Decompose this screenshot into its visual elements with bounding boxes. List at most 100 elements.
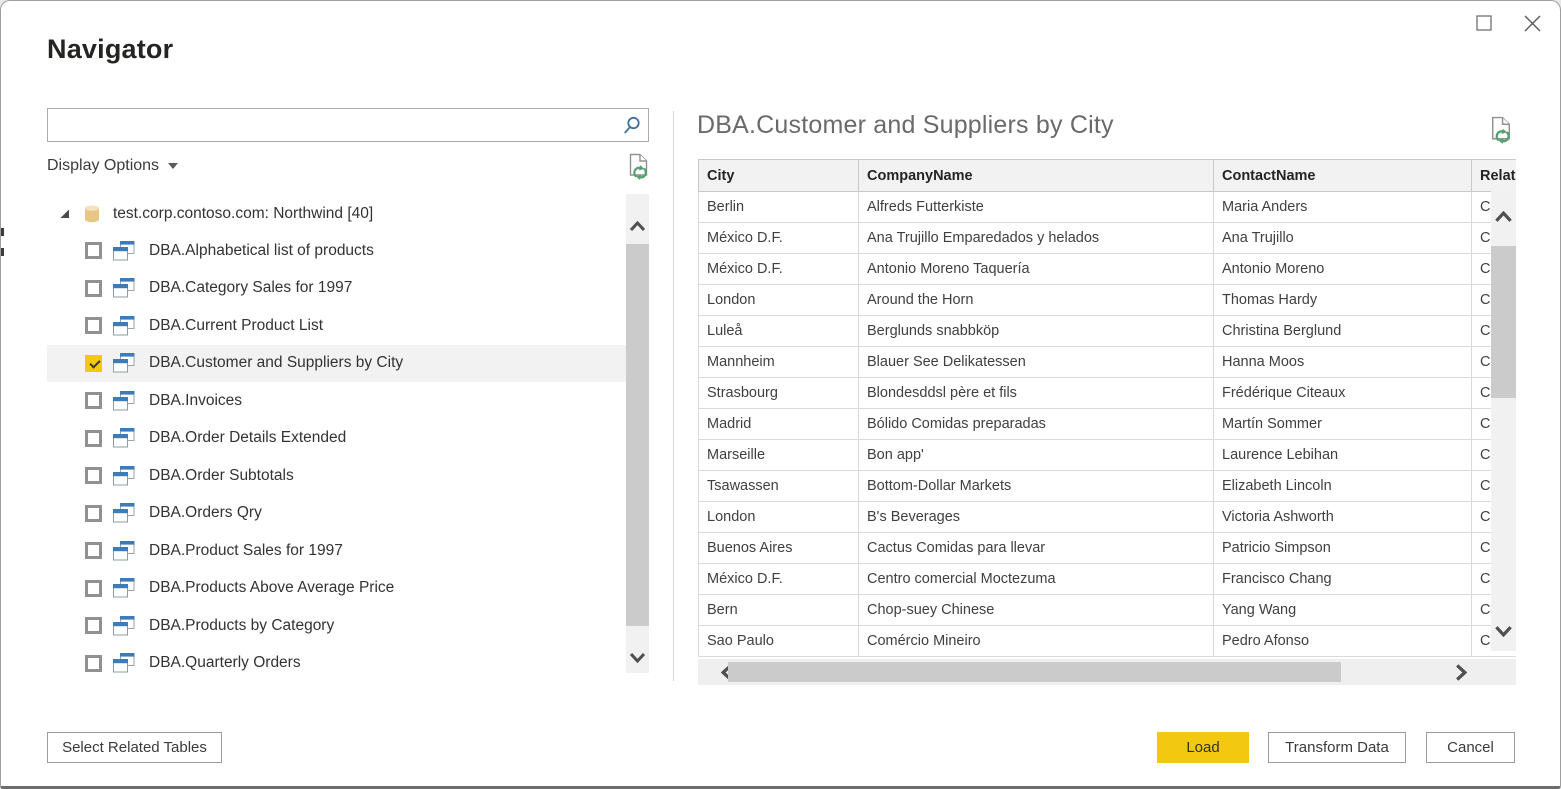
table-cell: México D.F. [698,222,859,254]
table-cell: Christina Berglund [1213,315,1472,347]
table-row: Buenos Aires Cactus Comidas para llevar Pa… [698,532,1516,564]
chevron-down-icon [629,652,646,663]
chevron-up-icon [1495,211,1512,222]
item-checkbox[interactable] [85,242,102,260]
tree-item[interactable]: DBA.Products Above Average Price [47,570,626,608]
table-cell: Francisco Chang [1213,563,1472,595]
table-cell: Strasbourg [698,377,859,409]
window-controls [1474,13,1542,33]
cancel-button[interactable]: Cancel [1426,732,1515,763]
table-cell: Victoria Ashworth [1213,501,1472,533]
table-cell: Comércio Mineiro [858,625,1214,657]
tree-item[interactable]: DBA.Alphabetical list of products [47,232,626,270]
search-button[interactable] [614,109,648,141]
maximize-icon [1476,15,1492,31]
tree-item[interactable]: DBA.Orders Qry [47,495,626,533]
tree-item-label: DBA.Orders Qry [149,504,262,522]
tree-item[interactable]: DBA.Invoices [47,382,626,420]
table-cell: Thomas Hardy [1213,284,1472,316]
table-cell: Antonio Moreno Taquería [858,253,1214,285]
table-cell: Chop-suey Chinese [858,594,1214,626]
background-window-artifact [1,228,4,236]
item-checkbox[interactable] [85,467,102,485]
tree-root[interactable]: test.corp.contoso.com: Northwind [40] [47,200,626,227]
tree-item[interactable]: DBA.Current Product List [47,307,626,345]
table-view-icon [113,465,135,486]
scroll-thumb[interactable] [626,244,649,626]
tree-item[interactable]: DBA.Products by Category [47,607,626,645]
preview-header-row: City CompanyName ContactName Relati [698,159,1516,192]
scroll-up-button[interactable] [626,221,649,232]
scroll-right-button[interactable] [1444,659,1478,685]
table-cell: Maria Anders [1213,191,1472,223]
tree-item[interactable]: DBA.Product Sales for 1997 [47,532,626,570]
preview-horizontal-scrollbar[interactable] [698,659,1516,685]
refresh-navigator-button[interactable] [626,153,651,183]
close-button[interactable] [1522,13,1542,33]
table-cell: México D.F. [698,253,859,285]
item-checkbox[interactable] [85,317,102,335]
table-cell: Frédérique Citeaux [1213,377,1472,409]
item-checkbox[interactable] [85,354,102,372]
table-cell: Centro comercial Moctezuma [858,563,1214,595]
display-options-dropdown[interactable]: Display Options [47,157,179,175]
left-panel-scrollbar[interactable] [626,194,649,673]
table-view-icon [113,653,135,673]
scroll-up-button[interactable] [1491,211,1516,223]
tree-item-label: DBA.Order Subtotals [149,466,294,484]
preview-vertical-scrollbar[interactable] [1491,191,1516,651]
scroll-thumb[interactable] [1491,246,1516,398]
table-row: México D.F. Antonio Moreno Taquería Antoni… [698,253,1516,285]
item-checkbox[interactable] [85,542,102,560]
tree-item-label: DBA.Customer and Suppliers by City [149,354,404,372]
table-row: Sao Paulo Comércio Mineiro Pedro Afonso Cu [698,625,1516,657]
table-row: Bern Chop-suey Chinese Yang Wang Cu [698,594,1516,626]
table-cell: Blauer See Delikatessen [858,346,1214,378]
table-cell: Sao Paulo [698,625,859,657]
scroll-thumb[interactable] [728,662,1341,682]
table-cell: Yang Wang [1213,594,1472,626]
table-row: México D.F. Ana Trujillo Emparedados y he… [698,222,1516,254]
table-cell: Patricio Simpson [1213,532,1472,564]
column-header[interactable]: ContactName [1213,159,1472,192]
table-cell: Bottom-Dollar Markets [858,470,1214,502]
tree-item[interactable]: DBA.Quarterly Orders [47,645,626,683]
item-checkbox[interactable] [85,392,102,410]
item-checkbox[interactable] [85,617,102,635]
tree-item[interactable]: DBA.Order Details Extended [47,420,626,458]
tree-item-label: DBA.Products by Category [149,616,335,634]
chevron-up-icon [629,221,646,232]
scroll-down-button[interactable] [626,652,649,663]
tree-item-label: DBA.Alphabetical list of products [149,241,374,259]
refresh-preview-button[interactable] [1488,116,1514,147]
item-checkbox[interactable] [85,579,102,597]
table-cell: Laurence Lebihan [1213,439,1472,471]
scroll-down-button[interactable] [1491,625,1516,637]
tree-item[interactable]: DBA.Order Subtotals [47,457,626,495]
table-cell: B's Beverages [858,501,1214,533]
table-row: Luleå Berglunds snabbköp Christina Berglun… [698,315,1516,347]
column-header[interactable]: City [698,159,859,192]
item-checkbox[interactable] [85,279,102,297]
tree-item[interactable]: DBA.Customer and Suppliers by City [47,344,626,382]
column-header[interactable]: Relati [1471,159,1516,192]
transform-data-button[interactable]: Transform Data [1268,732,1406,763]
tree-item-label: DBA.Products Above Average Price [149,579,395,597]
maximize-button[interactable] [1474,13,1494,33]
tree-item-label: DBA.Quarterly Orders [149,654,301,672]
load-button[interactable]: Load [1157,732,1249,763]
select-related-tables-button[interactable]: Select Related Tables [47,732,222,763]
search-input[interactable] [48,109,614,141]
item-checkbox[interactable] [85,654,102,672]
item-checkbox[interactable] [85,429,102,447]
tree-item[interactable]: DBA.Category Sales for 1997 [47,270,626,308]
item-checkbox[interactable] [85,504,102,522]
chevron-down-icon [1495,626,1512,637]
tree-item-label: DBA.Order Details Extended [149,429,347,447]
table-row: México D.F. Centro comercial Moctezuma Fra… [698,563,1516,595]
table-cell: Elizabeth Lincoln [1213,470,1472,502]
table-cell: Antonio Moreno [1213,253,1472,285]
column-header[interactable]: CompanyName [858,159,1214,192]
table-cell: Berlin [698,191,859,223]
options-row: Display Options [47,153,649,185]
